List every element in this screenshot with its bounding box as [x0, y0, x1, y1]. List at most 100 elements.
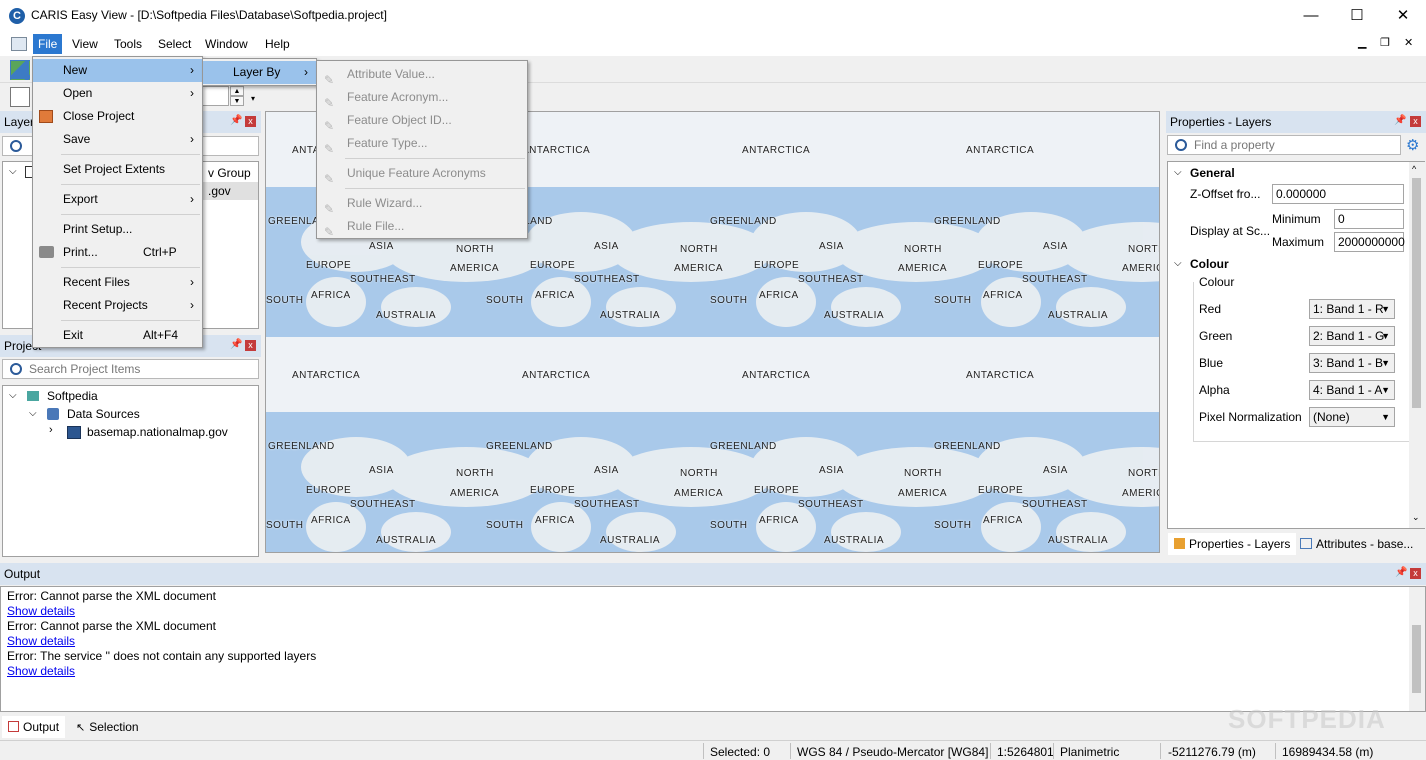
show-details-link[interactable]: Show details [7, 604, 75, 618]
map-label-greenland: GREENLAND [934, 441, 1001, 452]
close-window-button[interactable]: ✕ [1380, 0, 1426, 32]
tab-selection[interactable]: ↖ Selection [70, 716, 145, 738]
select-tool-icon[interactable] [10, 87, 30, 107]
menu-item-recent-files[interactable]: Recent Files › [33, 271, 202, 294]
stepper-up-icon[interactable]: ▲ [230, 86, 244, 96]
map-label-southeast: SOUTHEAST [1022, 499, 1088, 510]
menu-item-attribute-value[interactable]: ✎ Attribute Value... [317, 63, 527, 87]
chevron-down-icon[interactable]: ⌵ [9, 390, 17, 401]
scroll-up-icon[interactable]: ^ [1412, 164, 1416, 174]
stepper-down-icon[interactable]: ▼ [230, 96, 244, 106]
menu-item-print-setup[interactable]: Print Setup... [33, 218, 202, 241]
properties-grid: ⌵ General Z-Offset fro... 0.000000 Displ… [1167, 161, 1425, 529]
pin-icon[interactable]: 📌 [230, 115, 242, 126]
properties-panel-header: Properties - Layers [1166, 111, 1426, 133]
menu-item-layer-by[interactable]: Layer By › [203, 61, 316, 84]
menu-item-open[interactable]: Open › [33, 82, 202, 105]
pixel-normalization-select[interactable]: (None) ▼ [1309, 407, 1395, 427]
tab-output[interactable]: Output [2, 716, 66, 738]
chevron-right-icon[interactable]: › [49, 424, 53, 436]
tab-properties-layers[interactable]: Properties - Layers [1168, 533, 1297, 555]
chevron-down-icon[interactable]: ⌵ [1174, 167, 1182, 178]
menu-file[interactable]: File [33, 34, 63, 54]
menu-tools[interactable]: Tools [109, 34, 147, 54]
menu-window[interactable]: Window [200, 34, 253, 54]
menu-item-set-project-extents[interactable]: Set Project Extents [33, 158, 202, 181]
pin-icon[interactable]: 📌 [230, 339, 242, 350]
menu-item-export[interactable]: Export › [33, 188, 202, 211]
menu-item-save[interactable]: Save › [33, 128, 202, 151]
menu-item-unique-feature-acronyms[interactable]: ✎ Unique Feature Acronyms [317, 162, 527, 186]
menu-item-rule-wizard[interactable]: ✎ Rule Wizard... [317, 192, 527, 216]
red-band-select[interactable]: 1: Band 1 - R ▼ [1309, 299, 1395, 319]
tab-selection-label: Selection [89, 720, 139, 734]
blue-band-select[interactable]: 3: Band 1 - B ▼ [1309, 353, 1395, 373]
scroll-thumb[interactable] [1412, 625, 1421, 693]
output-panel-close-icon[interactable]: x [1410, 568, 1421, 579]
minimize-button[interactable]: — [1288, 0, 1334, 32]
general-heading[interactable]: General [1190, 166, 1235, 180]
show-details-link[interactable]: Show details [7, 664, 75, 678]
menu-select[interactable]: Select [153, 34, 196, 54]
menu-item-recent-projects[interactable]: Recent Projects › [33, 294, 202, 317]
submenu-arrow-icon: › [190, 63, 194, 77]
tab-attributes[interactable]: Attributes - base... [1296, 533, 1417, 555]
toolbar-dropdown-icon[interactable]: ▾ [251, 94, 255, 103]
green-band-select[interactable]: 2: Band 1 - G ▼ [1309, 326, 1395, 346]
colour-heading[interactable]: Colour [1190, 257, 1229, 271]
submenu-arrow-icon: › [190, 275, 194, 289]
layer-item-label[interactable]: .gov [203, 182, 258, 200]
project-search-input[interactable]: Search Project Items [2, 359, 259, 379]
map-label-southeast: SOUTHEAST [798, 499, 864, 510]
properties-panel-close-icon[interactable]: x [1410, 116, 1421, 127]
menu-bar: File View Tools Select Window Help ▁ ❐ ✕ [0, 32, 1426, 56]
chevron-down-icon[interactable]: ⌵ [9, 166, 17, 177]
scroll-down-icon[interactable]: ⌄ [1412, 512, 1420, 523]
alpha-band-select[interactable]: 4: Band 1 - A ▼ [1309, 380, 1395, 400]
layers-panel-close-icon[interactable]: x [245, 116, 256, 127]
menu-item-exit[interactable]: Exit Alt+F4 [33, 324, 202, 347]
scale-input[interactable] [202, 86, 229, 106]
map-label-greenland: GREENLAND [710, 216, 777, 227]
output-scrollbar[interactable] [1409, 587, 1425, 711]
menu-item-print[interactable]: Print... Ctrl+P [33, 241, 202, 264]
chevron-down-icon[interactable]: ⌵ [29, 408, 37, 419]
settings-gear-icon[interactable]: ⚙ [1406, 136, 1419, 154]
maximum-input[interactable]: 2000000000 [1334, 232, 1405, 252]
menu-item-feature-acronym[interactable]: ✎ Feature Acronym... [317, 86, 527, 110]
map-label-europe: EUROPE [530, 260, 576, 271]
tree-root-label[interactable]: Softpedia [47, 387, 98, 405]
project-panel-close-icon[interactable]: x [245, 340, 256, 351]
menu-view[interactable]: View [67, 34, 103, 54]
maximize-button[interactable]: ☐ [1334, 0, 1380, 32]
minimum-input[interactable]: 0 [1334, 209, 1404, 229]
tree-basemap-label[interactable]: basemap.nationalmap.gov [87, 423, 228, 441]
map-label-europe: EUROPE [754, 485, 800, 496]
status-mode: Planimetric [1060, 745, 1120, 759]
menu-item-close-project[interactable]: Close Project [33, 105, 202, 128]
layer-group-label[interactable]: v Group [208, 164, 251, 182]
pin-icon[interactable]: 📌 [1395, 567, 1407, 578]
menu-help[interactable]: Help [260, 34, 295, 54]
z-offset-input[interactable]: 0.000000 [1272, 184, 1404, 204]
mdi-minimize-button[interactable]: ▁ [1358, 36, 1366, 49]
scroll-thumb[interactable] [1412, 178, 1421, 408]
menu-item-new[interactable]: New › [33, 59, 202, 82]
layers-icon[interactable] [10, 60, 30, 80]
properties-scrollbar[interactable]: ^ ⌄ [1409, 162, 1425, 528]
show-details-link[interactable]: Show details [7, 634, 75, 648]
pin-icon[interactable]: 📌 [1394, 115, 1406, 126]
menu-item-feature-object-id[interactable]: ✎ Feature Object ID... [317, 109, 527, 133]
chevron-down-icon[interactable]: ⌵ [1174, 258, 1182, 269]
output-error-line: Error: Cannot parse the XML document [7, 619, 216, 633]
mdi-close-button[interactable]: ✕ [1404, 36, 1413, 49]
document-icon[interactable] [11, 37, 27, 51]
map-label-antarctica: ANTARCTICA [292, 370, 361, 381]
property-search-input[interactable]: Find a property [1167, 135, 1401, 155]
tree-data-sources-label[interactable]: Data Sources [67, 405, 140, 423]
mdi-restore-button[interactable]: ❐ [1380, 36, 1390, 49]
menu-item-close-project-label: Close Project [63, 109, 135, 123]
menu-item-rule-file[interactable]: ✎ Rule File... [317, 215, 527, 239]
menu-item-feature-type[interactable]: ✎ Feature Type... [317, 132, 527, 156]
map-label-america: AMERICA [450, 263, 500, 274]
